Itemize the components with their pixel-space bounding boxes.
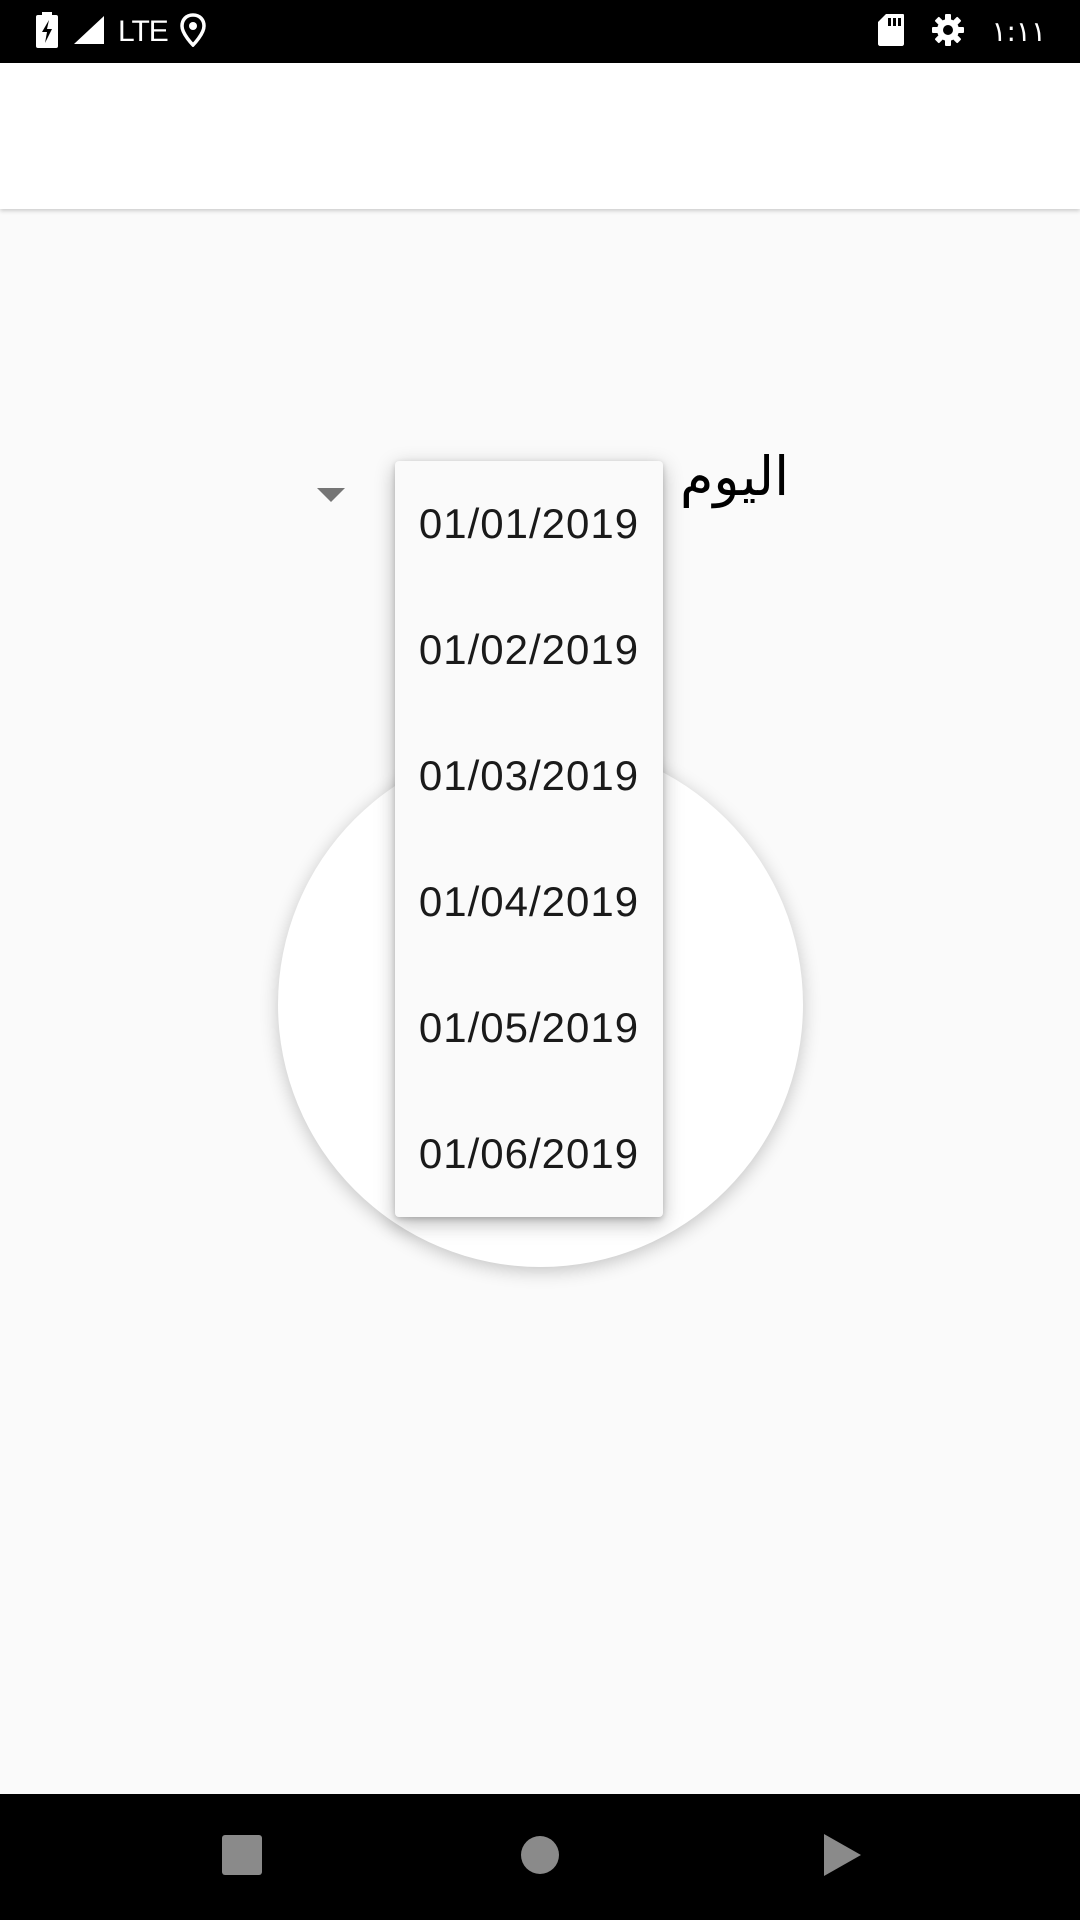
dropdown-option[interactable]: 01/02/2019: [395, 587, 663, 713]
date-dropdown-menu: 01/01/2019 01/02/2019 01/03/2019 01/04/2…: [395, 461, 663, 1217]
dropdown-option[interactable]: 01/06/2019: [395, 1091, 663, 1217]
recents-button[interactable]: [182, 1794, 302, 1920]
app-bar: [0, 63, 1080, 209]
dropdown-option[interactable]: 01/04/2019: [395, 839, 663, 965]
status-bar: LTE ١:١١: [0, 0, 1080, 63]
day-label: اليوم: [680, 445, 790, 508]
dropdown-option[interactable]: 01/01/2019: [395, 461, 663, 587]
sd-card-icon: [877, 13, 905, 51]
recents-icon: [221, 1834, 263, 1880]
spinner-dropdown-arrow-icon[interactable]: [317, 488, 345, 502]
back-button[interactable]: [782, 1794, 902, 1920]
dropdown-option[interactable]: 01/05/2019: [395, 965, 663, 1091]
settings-icon: [931, 13, 965, 51]
clock: ١:١١: [991, 15, 1046, 48]
home-icon: [520, 1835, 560, 1879]
home-button[interactable]: [480, 1794, 600, 1920]
back-icon: [821, 1832, 863, 1882]
status-left-group: LTE: [34, 0, 206, 63]
network-type-label: LTE: [118, 14, 169, 48]
signal-icon: [72, 14, 106, 50]
battery-charging-icon: [34, 11, 60, 52]
status-right-group: ١:١١: [877, 0, 1046, 63]
dropdown-option[interactable]: 01/03/2019: [395, 713, 663, 839]
location-icon: [180, 12, 206, 51]
navigation-bar: [0, 1794, 1080, 1920]
